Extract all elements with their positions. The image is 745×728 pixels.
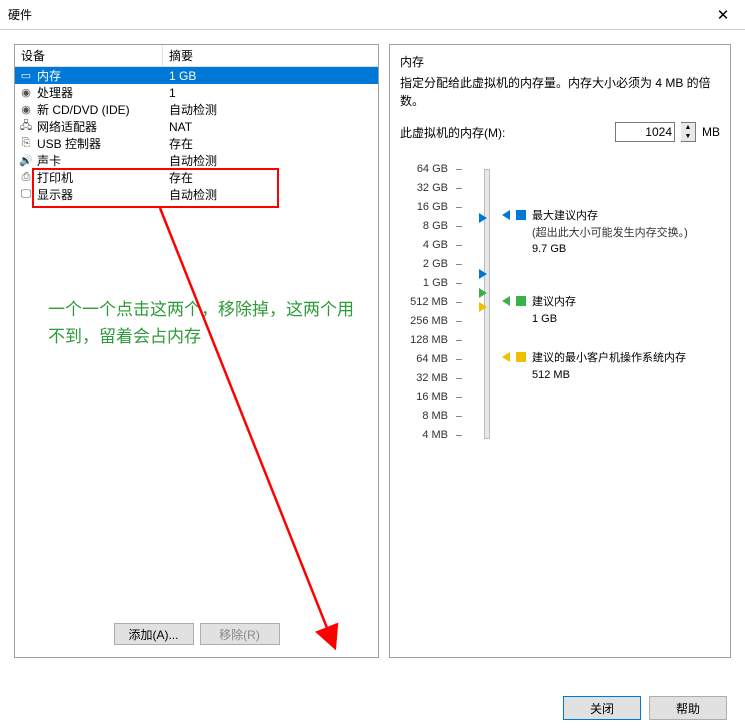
sound-icon: 🔊 [19, 154, 33, 168]
legend-rec-label: 建议内存 [532, 294, 576, 311]
tick-label: 32 GB [400, 179, 448, 198]
device-name: USB 控制器 [37, 135, 101, 152]
memory-spinner[interactable]: ▲▼ [681, 122, 696, 142]
marker-blue-tri [502, 210, 510, 220]
display-icon: 🖵 [19, 188, 33, 202]
memory-input[interactable] [615, 122, 675, 142]
cpu-icon: ◉ [19, 86, 33, 100]
memory-desc: 指定分配给此虚拟机的内存量。内存大小必须为 4 MB 的倍数。 [400, 74, 720, 110]
tick-label: 1 GB [400, 274, 448, 293]
help-button[interactable]: 帮助 [649, 696, 727, 720]
tick-label: 16 GB [400, 198, 448, 217]
memory-input-row: 此虚拟机的内存(M): ▲▼ MB [400, 122, 720, 142]
marker-blue-sq [516, 210, 526, 220]
legend-max-label: 最大建议内存 [532, 208, 688, 225]
tick-label: 8 GB [400, 217, 448, 236]
hardware-row[interactable]: ⎘ USB 控制器 存在 [15, 135, 378, 152]
close-icon[interactable]: ✕ [709, 1, 737, 29]
marker-yellow-sq [516, 352, 526, 362]
tick-label: 64 GB [400, 160, 448, 179]
marker-green-sq [516, 296, 526, 306]
device-summary: 1 [163, 86, 176, 100]
legend-max-value: 9.7 GB [532, 241, 688, 258]
hardware-row[interactable]: ◉ 处理器 1 [15, 84, 378, 101]
legend-min: 建议的最小客户机操作系统内存 512 MB [502, 350, 686, 383]
tick-label: 2 GB [400, 255, 448, 274]
hardware-table: 设备 摘要 ▭ 内存 1 GB ◉ 处理器 1 ◉ 新 CD/DVD (IDE) 自动检测 🖧 网络… [15, 45, 378, 657]
device-name: 内存 [37, 67, 61, 84]
legend-max-sub: (超出此大小可能发生内存交换。) [532, 225, 688, 242]
titlebar: 硬件 ✕ [0, 0, 745, 30]
tick-label: 16 MB [400, 388, 448, 407]
remove-button[interactable]: 移除(R) [200, 623, 280, 645]
device-summary: 1 GB [163, 69, 196, 83]
memory-icon: ▭ [19, 69, 33, 83]
printer-icon: ⎙ [19, 171, 33, 185]
window-title: 硬件 [8, 6, 709, 23]
hardware-row[interactable]: ▭ 内存 1 GB [15, 67, 378, 84]
device-summary: 存在 [163, 169, 193, 186]
hardware-row[interactable]: 🔊 声卡 自动检测 [15, 152, 378, 169]
close-button[interactable]: 关闭 [563, 696, 641, 720]
hardware-row[interactable]: 🖧 网络适配器 NAT [15, 118, 378, 135]
dialog-body: 设备 摘要 ▭ 内存 1 GB ◉ 处理器 1 ◉ 新 CD/DVD (IDE) 自动检测 🖧 网络… [0, 30, 745, 658]
legend-rec: 建议内存 1 GB [502, 294, 576, 327]
tick-label: 256 MB [400, 312, 448, 331]
device-summary: 自动检测 [163, 186, 217, 203]
tick-label: 64 MB [400, 350, 448, 369]
memory-title: 内存 [400, 53, 720, 70]
dialog-footer: 关闭 帮助 [563, 696, 727, 720]
tick-label: 4 GB [400, 236, 448, 255]
legend-min-value: 512 MB [532, 367, 686, 384]
device-name: 声卡 [37, 152, 61, 169]
marker-green-tri [502, 296, 510, 306]
tick-labels: 64 GB32 GB16 GB8 GB4 GB2 GB1 GB512 MB256… [400, 160, 448, 445]
list-buttons: 添加(A)... 移除(R) [15, 617, 378, 651]
col-summary: 摘要 [163, 45, 193, 66]
memory-unit: MB [702, 125, 720, 139]
memory-slider[interactable] [476, 160, 494, 445]
device-summary: 自动检测 [163, 152, 217, 169]
hardware-row[interactable]: 🖵 显示器 自动检测 [15, 186, 378, 203]
tick-label: 512 MB [400, 293, 448, 312]
tick-label: 4 MB [400, 426, 448, 445]
memory-panel: 内存 指定分配给此虚拟机的内存量。内存大小必须为 4 MB 的倍数。 此虚拟机的… [389, 44, 731, 658]
device-summary: NAT [163, 120, 192, 134]
hardware-row[interactable]: ⎙ 打印机 存在 [15, 169, 378, 186]
tick-marks [456, 160, 468, 445]
memory-input-label: 此虚拟机的内存(M): [400, 124, 505, 141]
table-header: 设备 摘要 [15, 45, 378, 67]
usb-icon: ⎘ [19, 137, 33, 151]
legend-rec-value: 1 GB [532, 311, 576, 328]
disc-icon: ◉ [19, 103, 33, 117]
device-name: 新 CD/DVD (IDE) [37, 101, 130, 118]
tick-label: 32 MB [400, 369, 448, 388]
memory-slider-area: 64 GB32 GB16 GB8 GB4 GB2 GB1 GB512 MB256… [400, 160, 720, 445]
marker-yellow-tri [502, 352, 510, 362]
legend: 最大建议内存 (超出此大小可能发生内存交换。) 9.7 GB 建议内存 1 GB [502, 160, 720, 445]
legend-max: 最大建议内存 (超出此大小可能发生内存交换。) 9.7 GB [502, 208, 688, 258]
tick-label: 8 MB [400, 407, 448, 426]
add-button[interactable]: 添加(A)... [114, 623, 194, 645]
device-name: 网络适配器 [37, 118, 97, 135]
col-device: 设备 [15, 45, 163, 66]
device-name: 显示器 [37, 186, 73, 203]
net-icon: 🖧 [19, 120, 33, 134]
legend-min-label: 建议的最小客户机操作系统内存 [532, 350, 686, 367]
device-name: 处理器 [37, 84, 73, 101]
device-summary: 存在 [163, 135, 193, 152]
tick-label: 128 MB [400, 331, 448, 350]
hardware-list-panel: 设备 摘要 ▭ 内存 1 GB ◉ 处理器 1 ◉ 新 CD/DVD (IDE) 自动检测 🖧 网络… [14, 44, 379, 658]
device-name: 打印机 [37, 169, 73, 186]
device-summary: 自动检测 [163, 101, 217, 118]
hardware-row[interactable]: ◉ 新 CD/DVD (IDE) 自动检测 [15, 101, 378, 118]
